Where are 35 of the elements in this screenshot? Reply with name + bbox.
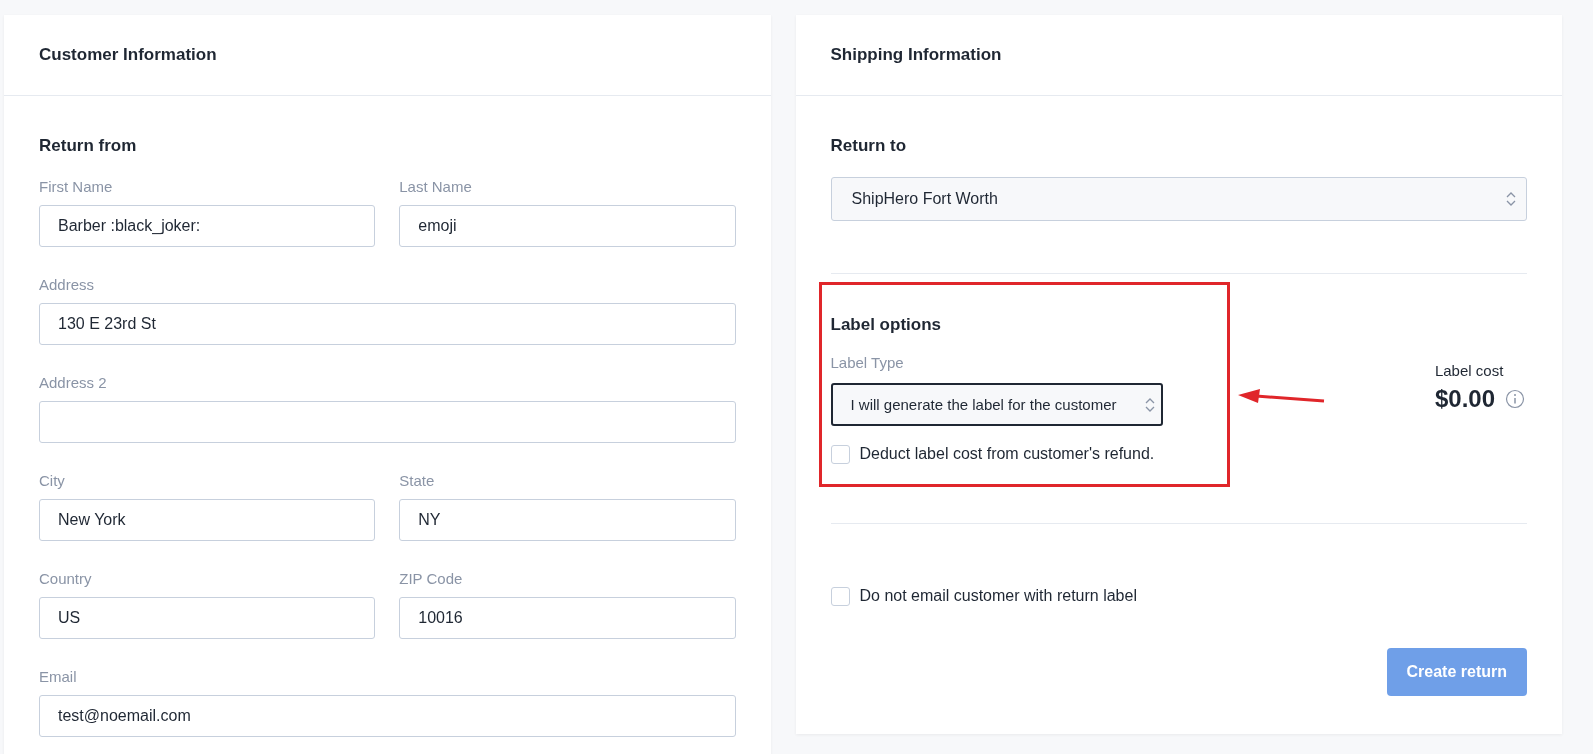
input-field[interactable]: NY <box>399 499 736 541</box>
chevron-icon <box>1506 191 1516 207</box>
field-label: Address 2 <box>39 373 108 393</box>
field-label: First Name <box>39 177 114 197</box>
input-field[interactable]: test@noemail.com <box>39 695 736 737</box>
select-field[interactable]: ShipHero Fort Worth <box>830 177 1527 221</box>
field-label: State <box>399 471 436 491</box>
card-title: Customer Information <box>39 45 217 65</box>
field-label: Last Name <box>399 177 473 197</box>
cost-amount: $0.00 <box>1434 385 1495 413</box>
input-field[interactable]: Barber :black_joker: <box>39 205 376 247</box>
cost-label: Label cost <box>1434 362 1504 379</box>
input-field[interactable]: New York <box>39 499 376 541</box>
checkbox-label: Do not email customer with return label <box>859 587 1137 605</box>
checkbox[interactable] <box>830 586 850 606</box>
section-heading: Return from <box>39 136 138 156</box>
field-label: Email <box>39 667 78 687</box>
field-label: Address <box>39 275 96 295</box>
field-label: City <box>39 471 66 491</box>
field-label: Country <box>39 569 93 589</box>
section-heading: Return to <box>830 136 908 156</box>
checkbox[interactable] <box>830 444 850 464</box>
input-field[interactable]: 130 E 23rd St <box>39 303 736 345</box>
checkbox-label: Deduct label cost from customer's refund. <box>859 445 1155 463</box>
chevron-icon <box>1144 396 1155 413</box>
info-icon <box>1505 389 1525 409</box>
section-heading: Label options <box>830 315 942 335</box>
select-field[interactable]: I will generate the label for the customer <box>830 383 1163 426</box>
input-field[interactable]: US <box>39 597 376 639</box>
field-label: Label Type <box>830 353 905 373</box>
card-title: Shipping Information <box>830 45 1002 65</box>
input-field[interactable]: emoji <box>399 205 736 247</box>
input-field[interactable]: 10016 <box>399 597 736 639</box>
input-field[interactable] <box>39 401 736 443</box>
field-label: ZIP Code <box>399 569 464 589</box>
